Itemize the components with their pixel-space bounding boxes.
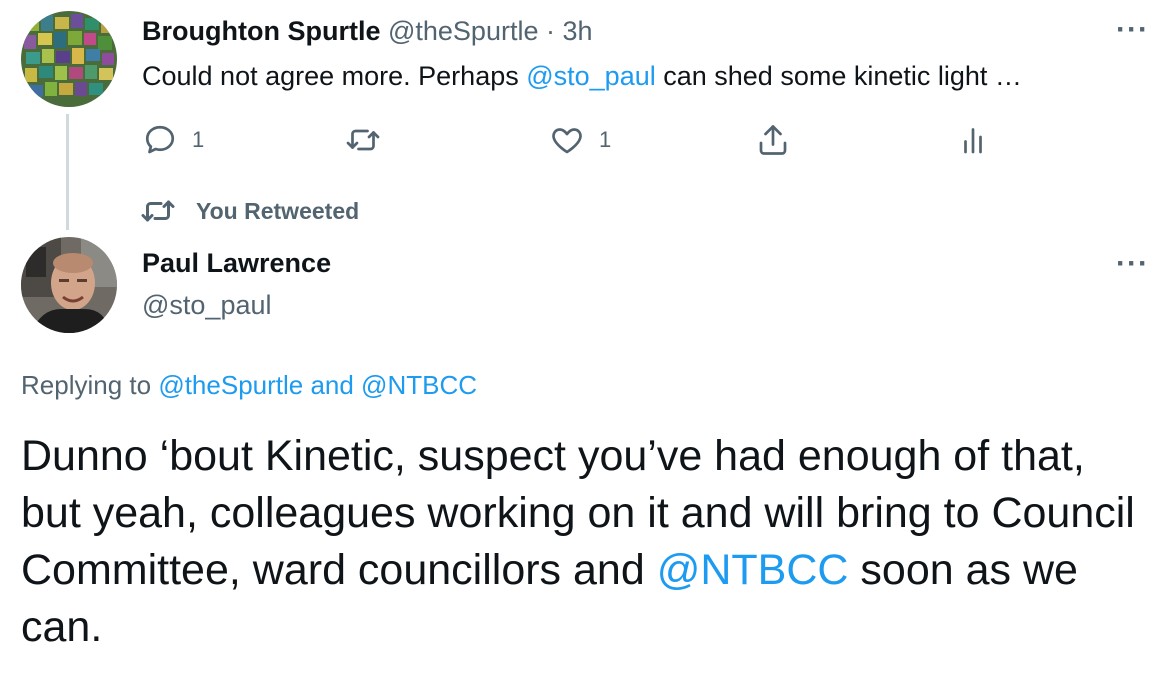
- retweet-small-icon: [141, 200, 175, 222]
- reply-button[interactable]: 1: [142, 122, 204, 158]
- tweet1-header: Broughton Spurtle @theSpurtle · 3h: [142, 14, 593, 48]
- share-icon: [759, 125, 787, 155]
- like-button[interactable]: 1: [549, 122, 611, 158]
- tweet1-text: Could not agree more. Perhaps @sto_paul …: [142, 58, 1022, 94]
- you-retweeted-label: You Retweeted: [196, 197, 360, 224]
- retweet-button[interactable]: [345, 122, 381, 158]
- tweet1-author-name[interactable]: Broughton Spurtle: [142, 16, 380, 46]
- tweet2-more-button[interactable]: ···: [1116, 249, 1149, 279]
- retweet-icon: [346, 129, 380, 151]
- tweet1-time[interactable]: 3h: [563, 16, 593, 46]
- like-count: 1: [599, 127, 612, 152]
- tweet1-text-after: can shed some kinetic light …: [655, 61, 1022, 91]
- reply-icon: [145, 125, 175, 154]
- reply-count: 1: [192, 127, 205, 152]
- share-button[interactable]: [755, 122, 791, 158]
- thread-line: [66, 114, 69, 230]
- tweet1-author-handle[interactable]: @theSpurtle: [388, 16, 539, 46]
- replying-prefix: Replying to: [21, 370, 159, 400]
- tweet2-text: Dunno ‘bout Kinetic, suspect you’ve had …: [21, 428, 1141, 656]
- like-icon: [552, 128, 582, 154]
- analytics-icon: [964, 128, 982, 154]
- tweet1-text-before: Could not agree more. Perhaps: [142, 61, 527, 91]
- you-retweeted-indicator: You Retweeted: [140, 197, 359, 225]
- analytics-button[interactable]: [955, 122, 991, 158]
- tweet2-mention-link[interactable]: @NTBCC: [657, 546, 849, 594]
- paul-lawrence-avatar[interactable]: [21, 237, 117, 333]
- tweet1-separator: ·: [546, 16, 555, 46]
- replying-mentions-link[interactable]: @theSpurtle and @NTBCC: [158, 370, 477, 400]
- tweet1-mention-link[interactable]: @sto_paul: [526, 61, 656, 91]
- tweet1-more-button[interactable]: ···: [1116, 15, 1149, 45]
- broughton-spurtle-avatar[interactable]: [21, 11, 117, 107]
- replying-to: Replying to @theSpurtle and @NTBCC: [21, 368, 477, 402]
- tweet2-author-handle[interactable]: @sto_paul: [142, 288, 272, 322]
- tweet2-author-name[interactable]: Paul Lawrence: [142, 246, 331, 280]
